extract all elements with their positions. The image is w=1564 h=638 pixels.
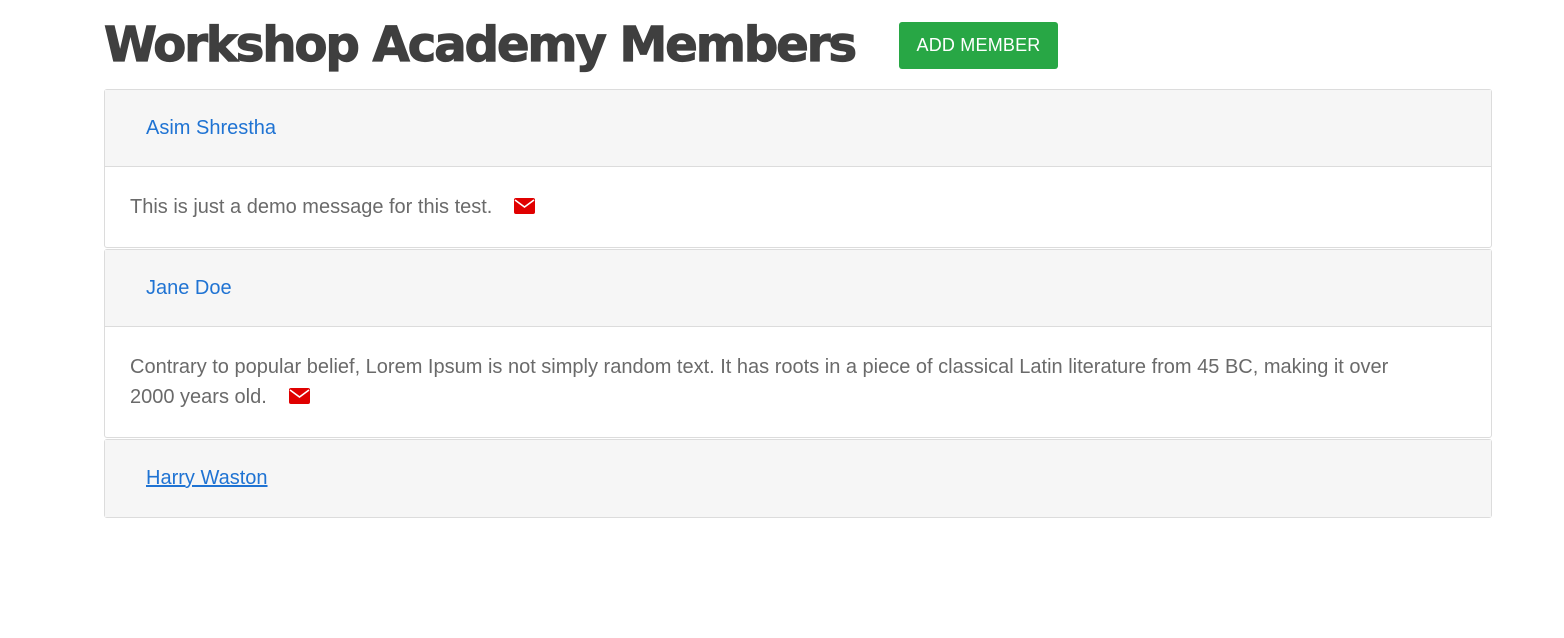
member-name-link[interactable]: Jane Doe <box>146 277 232 300</box>
members-accordion: Asim Shrestha This is just a demo messag… <box>104 89 1492 519</box>
page: Workshop Academy Members ADD MEMBER Asim… <box>0 0 1564 638</box>
envelope-icon[interactable] <box>514 197 536 214</box>
member-card: Harry Waston <box>104 439 1492 518</box>
member-card-body: This is just a demo message for this tes… <box>105 167 1491 247</box>
member-message: This is just a demo message for this tes… <box>130 192 536 222</box>
member-message-text: Contrary to popular belief, Lorem Ipsum … <box>130 356 1389 408</box>
add-member-button[interactable]: ADD MEMBER <box>899 21 1059 69</box>
member-name-link[interactable]: Harry Waston <box>146 467 268 490</box>
member-card-header[interactable]: Harry Waston <box>105 440 1491 517</box>
member-card-header[interactable]: Jane Doe <box>105 250 1491 327</box>
member-card-body: Contrary to popular belief, Lorem Ipsum … <box>105 327 1491 437</box>
member-name-link[interactable]: Asim Shrestha <box>146 117 276 140</box>
member-card: Jane Doe Contrary to popular belief, Lor… <box>104 249 1492 438</box>
page-title: Workshop Academy Members <box>103 16 857 73</box>
member-message: Contrary to popular belief, Lorem Ipsum … <box>130 356 1388 408</box>
member-card-header[interactable]: Asim Shrestha <box>105 90 1491 167</box>
header: Workshop Academy Members ADD MEMBER <box>103 10 1059 80</box>
member-message-text: This is just a demo message for this tes… <box>130 196 493 218</box>
member-card: Asim Shrestha This is just a demo messag… <box>104 89 1492 248</box>
envelope-icon[interactable] <box>288 387 310 404</box>
